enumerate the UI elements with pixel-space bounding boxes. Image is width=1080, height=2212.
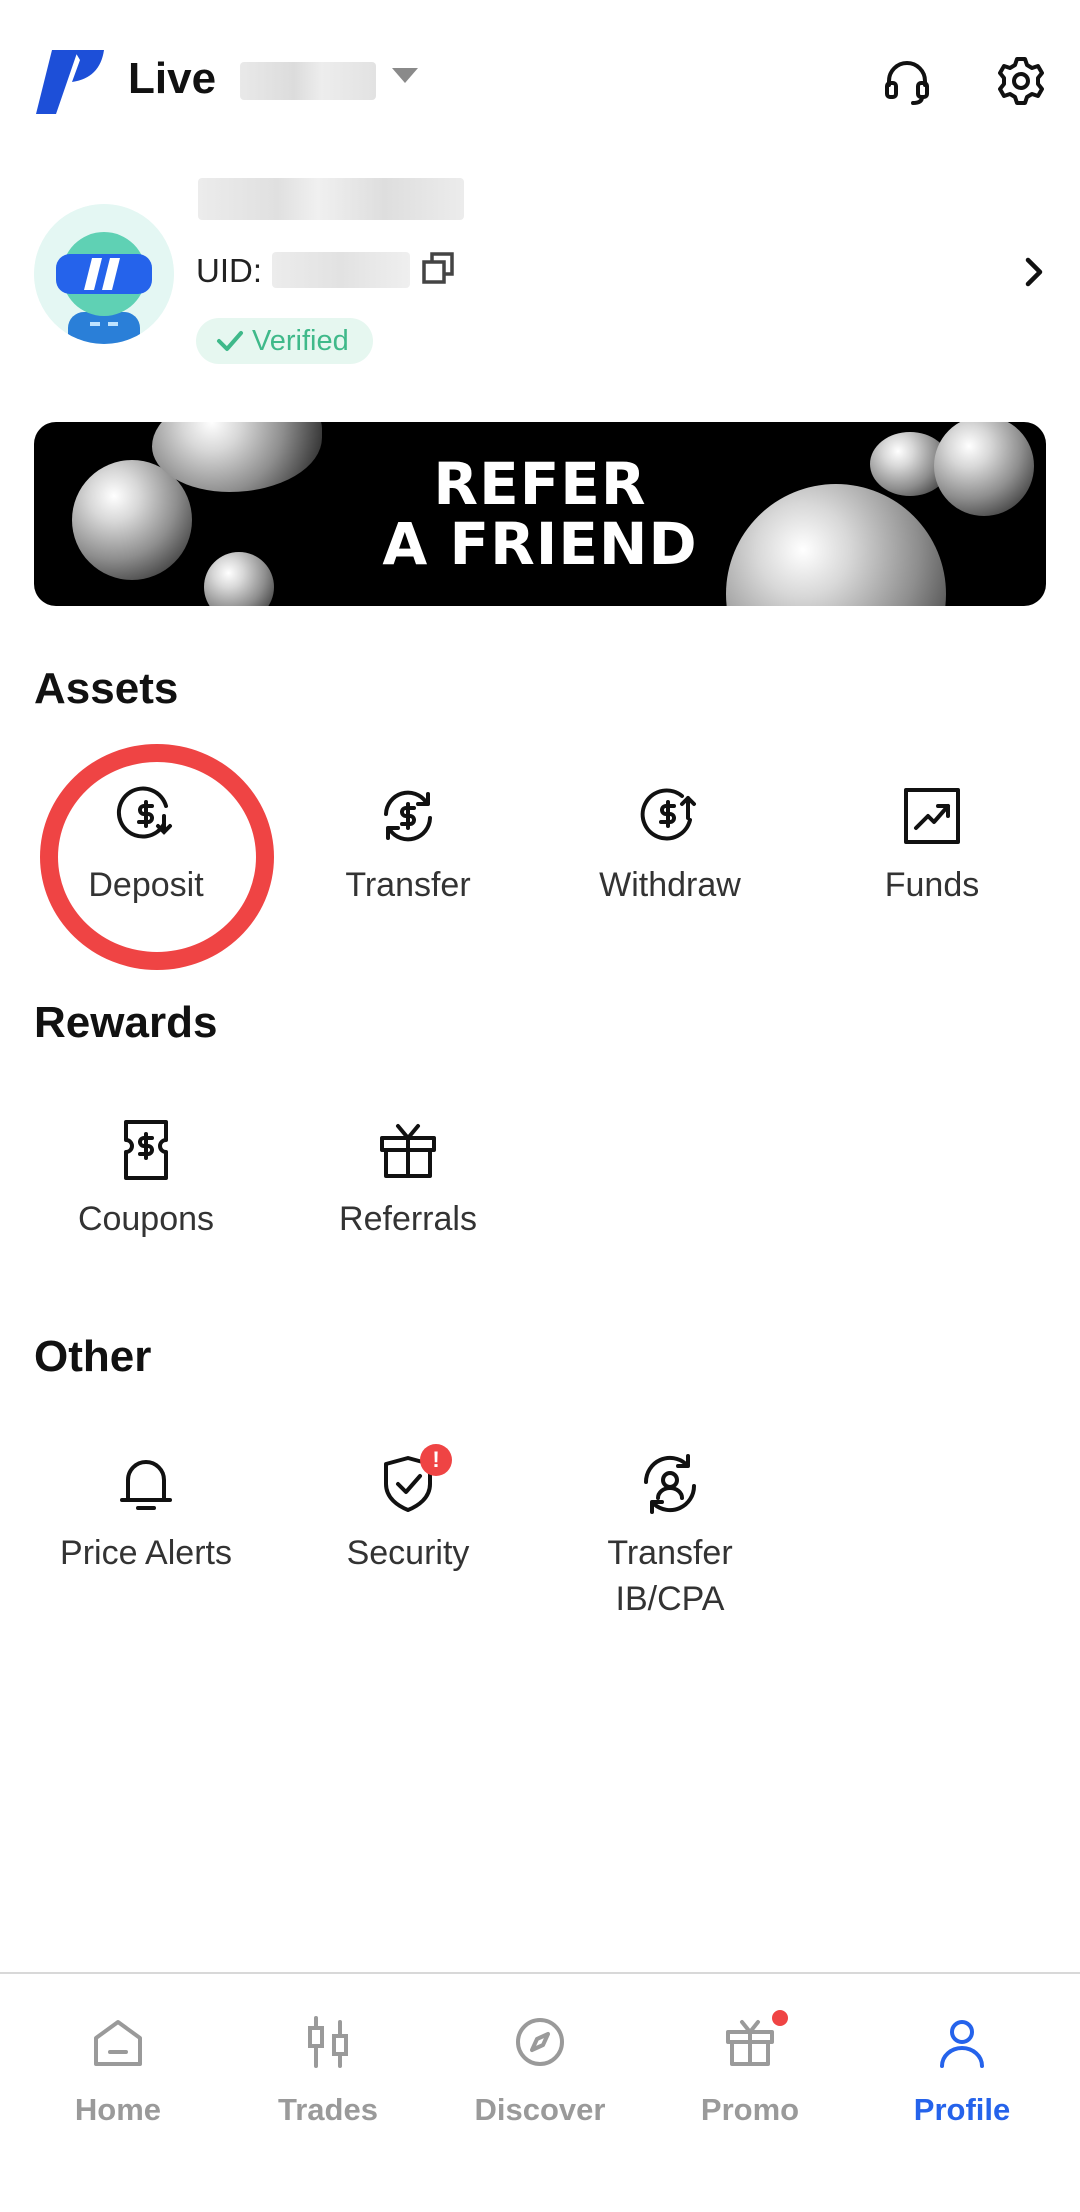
- banner-title: REFER A FRIEND: [382, 450, 698, 578]
- avatar[interactable]: [34, 204, 174, 344]
- verified-label: Verified: [252, 324, 349, 357]
- withdraw-button[interactable]: Withdraw: [550, 784, 790, 908]
- funds-button[interactable]: Funds: [812, 784, 1052, 908]
- funds-chart-icon: [904, 788, 960, 844]
- settings-gear-icon[interactable]: [992, 52, 1050, 110]
- bottom-navigation: Home Trades Discover Promo Profile: [0, 1972, 1080, 2212]
- nav-home-label: Home: [74, 2092, 162, 2127]
- coupons-label: Coupons: [77, 1200, 215, 1238]
- referrals-button[interactable]: Referrals: [288, 1118, 528, 1242]
- transfer-ib-cpa-label: Transfer IB/CPA: [607, 1534, 733, 1618]
- user-icon: [940, 2020, 984, 2068]
- compass-icon: [516, 2018, 564, 2066]
- uid-value-redacted: [272, 252, 410, 288]
- transfer-button[interactable]: Transfer: [288, 784, 528, 908]
- nav-home[interactable]: Home: [18, 2014, 218, 2128]
- nav-discover[interactable]: Discover: [440, 2014, 640, 2128]
- nav-profile[interactable]: Profile: [862, 2014, 1062, 2128]
- coupons-button[interactable]: Coupons: [26, 1118, 266, 1242]
- account-type-label[interactable]: Live: [128, 54, 216, 104]
- assets-section-title: Assets: [34, 664, 179, 713]
- funds-label: Funds: [884, 866, 980, 904]
- coupon-icon: [124, 1120, 168, 1180]
- verified-badge: Verified: [196, 318, 373, 364]
- nav-profile-label: Profile: [913, 2092, 1011, 2127]
- app-logo: [34, 44, 106, 120]
- bell-icon: [120, 1460, 172, 1510]
- price-alerts-label: Price Alerts: [60, 1534, 232, 1572]
- withdraw-icon: [640, 788, 696, 841]
- security-button[interactable]: ! Security: [288, 1444, 528, 1576]
- nav-promo-label: Promo: [700, 2092, 800, 2127]
- nav-discover-label: Discover: [474, 2092, 606, 2127]
- user-name-redacted: [198, 178, 464, 220]
- rewards-section-title: Rewards: [34, 998, 218, 1047]
- chevron-right-icon[interactable]: [1016, 254, 1052, 290]
- price-alerts-button[interactable]: Price Alerts: [26, 1452, 266, 1576]
- nav-promo[interactable]: Promo: [650, 2010, 850, 2128]
- transfer-icon: [384, 790, 432, 842]
- security-alert-badge: !: [420, 1444, 452, 1476]
- home-icon: [94, 2020, 142, 2066]
- nav-trades[interactable]: Trades: [228, 2014, 428, 2128]
- nav-trades-label: Trades: [278, 2092, 378, 2127]
- transfer-label: Transfer: [345, 866, 471, 904]
- account-dropdown-caret-icon[interactable]: [392, 68, 418, 83]
- referrals-label: Referrals: [339, 1200, 477, 1238]
- user-transfer-icon: [643, 1454, 697, 1514]
- support-headset-icon[interactable]: [878, 52, 936, 110]
- security-label: Security: [346, 1534, 470, 1572]
- gift-icon: [380, 1124, 436, 1178]
- copy-icon[interactable]: [420, 250, 458, 288]
- withdraw-label: Withdraw: [599, 866, 741, 904]
- uid-label: UID:: [196, 252, 262, 289]
- gift-icon: [726, 2020, 774, 2066]
- transfer-ib-cpa-button[interactable]: Transfer IB/CPA: [550, 1452, 790, 1622]
- deposit-highlight-circle: [40, 744, 274, 970]
- promo-notification-dot: [772, 2010, 788, 2026]
- refer-a-friend-banner[interactable]: REFER A FRIEND: [34, 422, 1046, 606]
- other-section-title: Other: [34, 1332, 152, 1381]
- account-number-redacted[interactable]: [240, 62, 376, 100]
- checkmark-icon: [217, 331, 243, 351]
- candlestick-icon: [308, 2016, 348, 2068]
